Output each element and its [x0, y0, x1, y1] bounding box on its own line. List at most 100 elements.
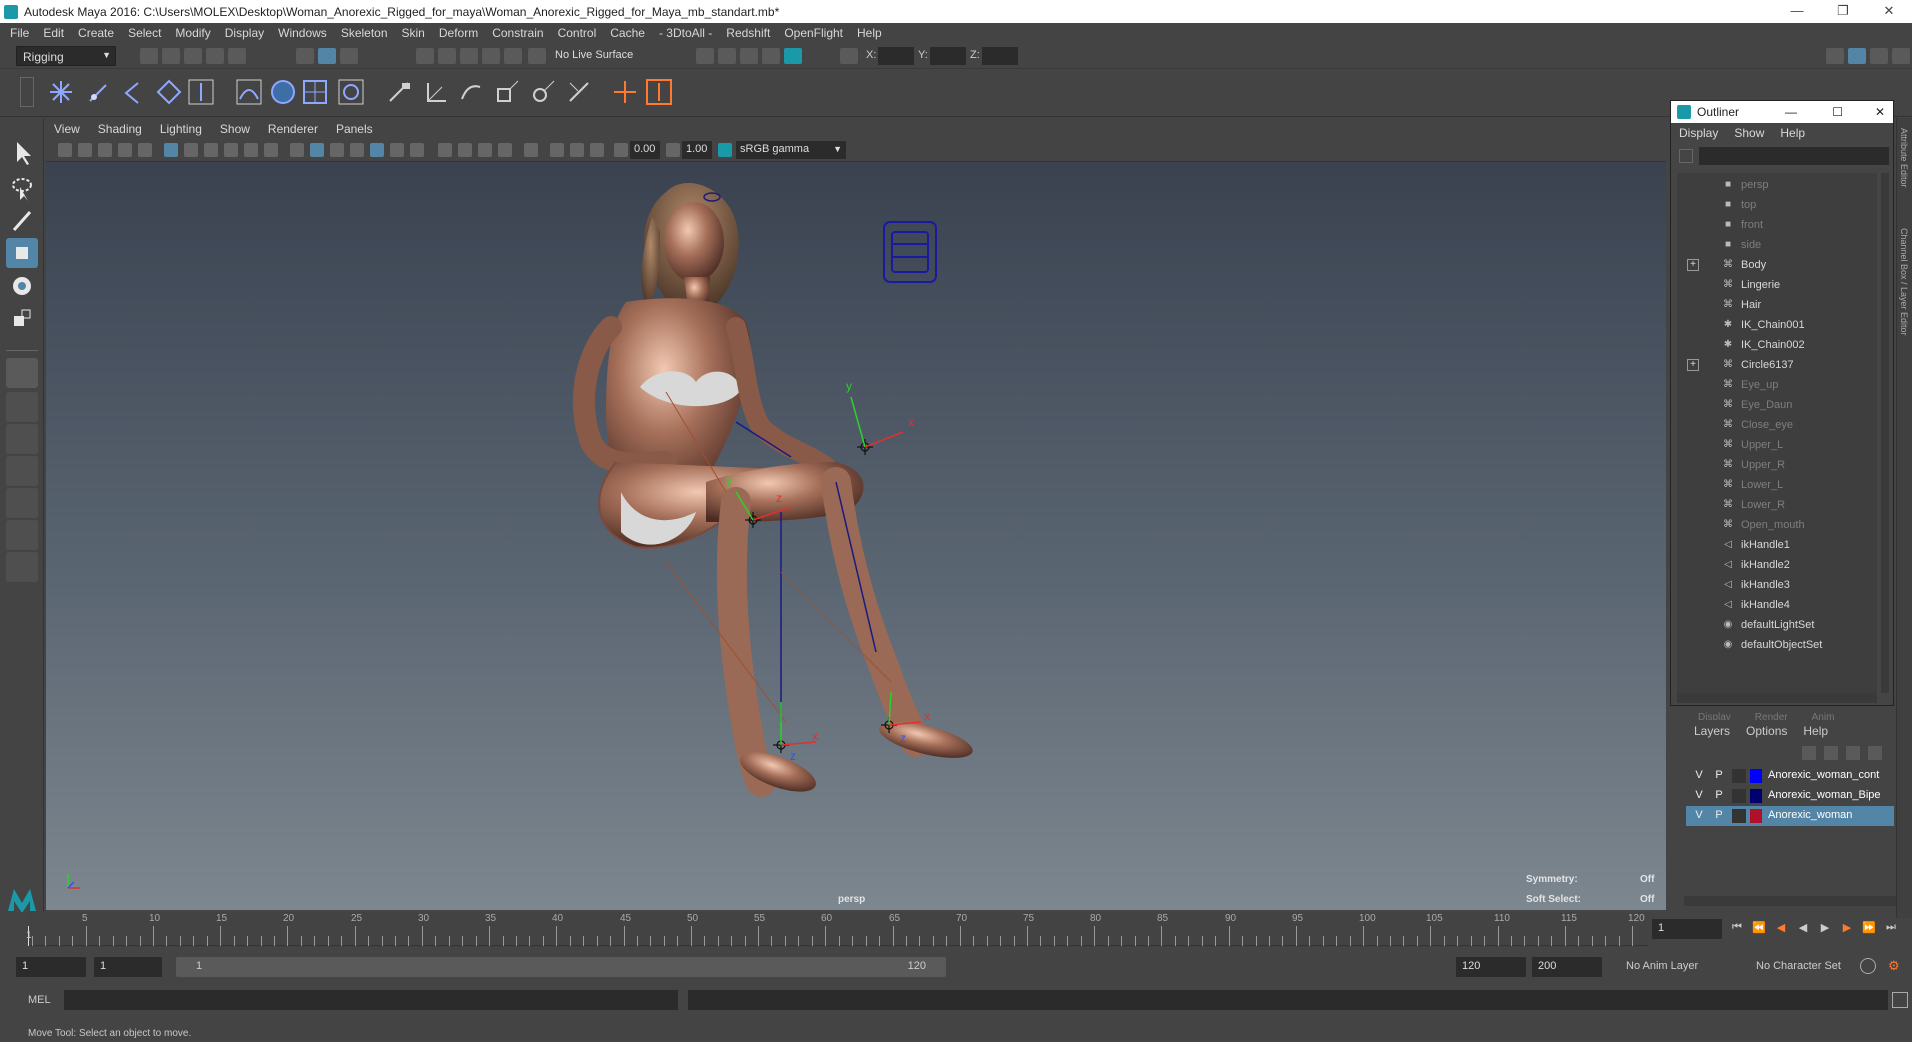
playback-toggle[interactable]: P [1712, 769, 1726, 781]
textured-icon[interactable] [370, 143, 384, 157]
wireframe-icon[interactable] [290, 143, 304, 157]
menu-3dtoall[interactable]: - 3DtoAll - [659, 26, 712, 40]
smooth-shade-icon[interactable] [310, 143, 324, 157]
outliner-item-ikhandle1[interactable]: ◁ ikHandle1 [1677, 535, 1877, 555]
locator-icon[interactable] [610, 77, 640, 107]
point-constraint-icon[interactable] [384, 77, 414, 107]
options-menu[interactable]: Options [1746, 724, 1787, 742]
custom-layout-icon[interactable] [6, 520, 38, 550]
scale-constraint-icon[interactable] [492, 77, 522, 107]
outliner-maximize-button[interactable]: ☐ [1832, 105, 1843, 119]
orient-constraint-icon[interactable] [420, 77, 450, 107]
menu-display[interactable]: Display [225, 26, 264, 40]
outliner-item-defaultlightset[interactable]: ◉ defaultLightSet [1677, 615, 1877, 635]
2d-pan-zoom-icon[interactable] [138, 143, 152, 157]
new-empty-layer-icon[interactable] [1846, 746, 1860, 760]
view-transform-dropdown[interactable]: sRGB gamma ▼ [736, 141, 846, 159]
layers-menu[interactable]: Layers [1694, 724, 1730, 742]
go-to-start-icon[interactable]: ⏮ [1728, 921, 1746, 939]
isolate-select-icon[interactable] [524, 143, 538, 157]
move-layer-up-icon[interactable] [1802, 746, 1816, 760]
character-set-dropdown[interactable]: No Character Set [1756, 960, 1841, 972]
outliner-menu-display[interactable]: Display [1679, 126, 1718, 140]
menu-deform[interactable]: Deform [439, 26, 478, 40]
field-chart-icon[interactable] [244, 143, 258, 157]
ik-spline-icon[interactable] [234, 77, 264, 107]
layer-type-toggle[interactable] [1732, 809, 1746, 823]
auto-key-icon[interactable] [1860, 958, 1876, 974]
gate-mask-icon[interactable] [224, 143, 238, 157]
panel-menu-shading[interactable]: Shading [98, 122, 142, 136]
attribute-editor-tab[interactable]: Attribute Editor [1899, 128, 1909, 188]
step-forward-key-icon[interactable]: ⏩ [1860, 921, 1878, 939]
menu-openflight[interactable]: OpenFlight [784, 26, 843, 40]
outliner-menu-show[interactable]: Show [1734, 126, 1764, 140]
shadows-icon[interactable] [410, 143, 424, 157]
expand-icon[interactable]: + [1687, 259, 1699, 271]
bind-skin-icon[interactable] [268, 77, 298, 107]
transform-mode-icon[interactable] [840, 48, 858, 64]
backface-culling-icon[interactable] [590, 143, 604, 157]
move-tool-icon[interactable] [6, 238, 38, 268]
hypershade-icon[interactable] [784, 48, 802, 64]
render-settings-icon[interactable] [762, 48, 780, 64]
expand-icon[interactable]: + [1687, 359, 1699, 371]
outliner-item-persp[interactable]: ■ persp [1677, 175, 1877, 195]
playback-toggle[interactable]: P [1712, 809, 1726, 821]
menu-constrain[interactable]: Constrain [492, 26, 543, 40]
persp-outliner-layout-icon[interactable] [6, 488, 38, 518]
outliner-item-top[interactable]: ■ top [1677, 195, 1877, 215]
snap-curve-icon[interactable] [438, 48, 456, 64]
outliner-hscrollbar[interactable] [1677, 693, 1877, 703]
anim-layer-dropdown[interactable]: No Anim Layer [1626, 960, 1698, 972]
outliner-close-button[interactable]: ✕ [1875, 105, 1885, 119]
use-lights-icon[interactable] [390, 143, 404, 157]
x-field[interactable] [878, 47, 914, 65]
camera-attributes-icon[interactable] [78, 143, 92, 157]
outliner-item-ik-chain001[interactable]: ✱ IK_Chain001 [1677, 315, 1877, 335]
menu-file[interactable]: File [10, 26, 29, 40]
menu-create[interactable]: Create [78, 26, 114, 40]
xray-joints-icon[interactable] [570, 143, 584, 157]
layer-color-swatch[interactable] [1750, 769, 1762, 783]
make-live-icon[interactable] [528, 48, 546, 64]
time-slider-track[interactable]: 5 10 15 20 25 30 35 40 45 50 55 60 65 70 75 80 85 90 95 100… [26, 912, 1648, 946]
side-by-side-layout-icon[interactable] [6, 424, 38, 454]
step-forward-frame-icon[interactable]: ▶ [1838, 921, 1856, 939]
new-scene-icon[interactable] [140, 48, 158, 64]
tab-anim[interactable]: Anim [1812, 712, 1835, 720]
render-frame-icon[interactable] [718, 48, 736, 64]
panel-menu-show[interactable]: Show [220, 122, 250, 136]
cluster-icon[interactable] [644, 77, 674, 107]
undo-icon[interactable] [206, 48, 224, 64]
outliner-item-ikhandle2[interactable]: ◁ ikHandle2 [1677, 555, 1877, 575]
snap-live-icon[interactable] [504, 48, 522, 64]
motion-blur-icon[interactable] [458, 143, 472, 157]
parent-constraint-icon[interactable] [456, 77, 486, 107]
outliner-menu-help[interactable]: Help [1780, 126, 1805, 140]
layer-color-swatch[interactable] [1750, 789, 1762, 803]
smooth-bind-icon[interactable] [300, 77, 330, 107]
animation-end-field[interactable]: 200 [1532, 957, 1602, 977]
bookmark-icon[interactable] [98, 143, 112, 157]
insert-joint-icon[interactable] [82, 77, 112, 107]
snap-grid-icon[interactable] [416, 48, 434, 64]
menu-skin[interactable]: Skin [402, 26, 425, 40]
mirror-joint-icon[interactable] [118, 77, 148, 107]
outliner-item-ikhandle4[interactable]: ◁ ikHandle4 [1677, 595, 1877, 615]
ik-handle-tool-icon[interactable] [186, 77, 216, 107]
ipr-render-icon[interactable] [740, 48, 758, 64]
grid-toggle-icon[interactable] [164, 143, 178, 157]
single-pane-layout-icon[interactable] [6, 358, 38, 388]
go-to-end-icon[interactable]: ⏭ [1882, 921, 1900, 939]
outliner-item-front[interactable]: ■ front [1677, 215, 1877, 235]
depth-of-field-icon[interactable] [498, 143, 512, 157]
menu-redshift[interactable]: Redshift [726, 26, 770, 40]
resolution-gate-icon[interactable] [204, 143, 218, 157]
time-slider[interactable]: 5 10 15 20 25 30 35 40 45 50 55 60 65 70 75 80 85 90 95 100… [0, 912, 1912, 946]
play-backwards-icon[interactable]: ◀ [1794, 921, 1812, 939]
snap-point-icon[interactable] [460, 48, 478, 64]
menu-control[interactable]: Control [558, 26, 597, 40]
playback-end-field[interactable]: 120 [1456, 957, 1526, 977]
outliner-item-side[interactable]: ■ side [1677, 235, 1877, 255]
